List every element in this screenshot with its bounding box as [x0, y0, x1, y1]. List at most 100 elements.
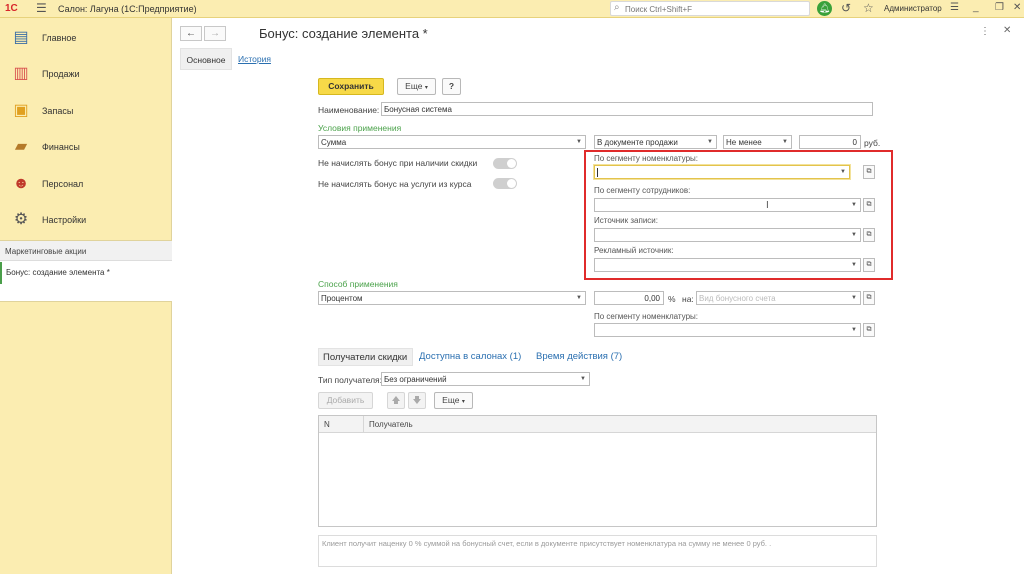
sidebar-item-label: Персонал	[42, 179, 84, 189]
seg-employees-field[interactable]: ▼	[594, 198, 861, 212]
tab-main[interactable]: Основное	[180, 48, 232, 70]
tab-salons[interactable]: Доступна в салонах (1)	[419, 351, 521, 362]
condition-basis-value: Сумма	[321, 138, 347, 147]
condition-where-select[interactable]: В документе продажи ▼	[594, 135, 717, 149]
recipients-table[interactable]: N Получатель	[318, 415, 877, 527]
close-window-icon[interactable]: ✕	[1013, 2, 1021, 13]
table-header: N Получатель	[319, 416, 876, 433]
percent-field[interactable]: 0,00	[594, 291, 664, 305]
user-name[interactable]: Администратор	[884, 4, 942, 13]
sidebar-item-sales[interactable]: ▥ Продажи	[0, 58, 172, 94]
chevron-down-icon[interactable]: ▼	[577, 373, 589, 385]
seg-nomenclature-field[interactable]: ▼	[594, 165, 850, 179]
sidebar-item-label: Продажи	[42, 69, 80, 79]
method-select[interactable]: Процентом ▼	[318, 291, 586, 305]
sidebar: ▤ Главное ▥ Продажи ▣ Запасы ▰ Финансы ☻…	[0, 18, 172, 574]
chevron-down-icon[interactable]: ▼	[573, 292, 585, 304]
open-icon[interactable]: ⧉	[863, 291, 875, 305]
close-form-icon[interactable]: ✕	[1003, 25, 1011, 36]
record-source-label: Источник записи:	[594, 216, 658, 225]
grid-more-button[interactable]: Еще ▾	[434, 392, 473, 409]
condition-basis-select[interactable]: Сумма ▼	[318, 135, 586, 149]
move-down-icon[interactable]: 🡇	[408, 392, 426, 409]
toggle-knob	[507, 159, 516, 168]
global-search[interactable]: ⌕	[610, 1, 810, 16]
chevron-down-icon[interactable]: ▼	[848, 199, 860, 211]
method-seg-nomenclature-field[interactable]: ▼	[594, 323, 861, 337]
add-button[interactable]: Добавить	[318, 392, 373, 409]
condition-compare-value: Не менее	[726, 138, 762, 147]
no-bonus-course-label: Не начислять бонус на услуги из курса	[318, 179, 472, 189]
chevron-down-icon[interactable]: ▼	[848, 292, 860, 304]
name-field[interactable]: Бонусная система	[381, 102, 873, 116]
summary-text: Клиент получит наценку 0 % суммой на бон…	[318, 535, 877, 567]
open-icon[interactable]: ⧉	[863, 228, 875, 242]
open-icon[interactable]: ⧉	[863, 323, 875, 337]
chevron-down-icon[interactable]: ▼	[848, 324, 860, 336]
favorites-star-icon[interactable]: ☆	[863, 1, 874, 15]
condition-amount-field[interactable]: 0	[799, 135, 861, 149]
tab-time[interactable]: Время действия (7)	[536, 351, 622, 362]
sidebar-item-inventory[interactable]: ▣ Запасы	[0, 95, 172, 131]
text-cursor-icon: I	[766, 200, 769, 211]
app-logo: 1С	[5, 3, 18, 14]
account-type-field[interactable]: Вид бонусного счета ▼	[696, 291, 861, 305]
method-header: Способ применения	[318, 279, 398, 289]
search-input[interactable]	[625, 3, 805, 15]
chevron-down-icon: ▾	[424, 85, 428, 91]
open-window-item[interactable]: Бонус: создание элемента *	[0, 262, 172, 284]
recipient-type-select[interactable]: Без ограничений ▼	[381, 372, 590, 386]
chevron-down-icon[interactable]: ▼	[779, 136, 791, 148]
seg-employees-label: По сегменту сотрудников:	[594, 186, 691, 195]
condition-compare-select[interactable]: Не менее ▼	[723, 135, 792, 149]
chevron-down-icon[interactable]: ▼	[848, 259, 860, 271]
back-button[interactable]: ←	[180, 26, 202, 41]
sidebar-item-staff[interactable]: ☻ Персонал	[0, 168, 172, 204]
search-icon: ⌕	[614, 2, 620, 13]
record-source-field[interactable]: ▼	[594, 228, 861, 242]
chevron-down-icon[interactable]: ▼	[848, 229, 860, 241]
main-menu-icon[interactable]: ☰	[36, 2, 47, 14]
chevron-down-icon[interactable]: ▼	[573, 136, 585, 148]
toggle-knob	[507, 179, 516, 188]
save-button[interactable]: Сохранить	[318, 78, 384, 95]
column-separator	[363, 416, 364, 433]
open-windows-header[interactable]: Маркетинговые акции	[0, 241, 172, 261]
open-icon[interactable]: ⧉	[863, 165, 875, 179]
sidebar-item-main[interactable]: ▤ Главное	[0, 22, 172, 58]
ad-source-field[interactable]: ▼	[594, 258, 861, 272]
on-label: на:	[682, 294, 694, 304]
method-seg-nomenclature-label: По сегменту номенклатуры:	[594, 312, 698, 321]
account-type-placeholder: Вид бонусного счета	[699, 294, 776, 303]
sidebar-item-label: Настройки	[42, 215, 87, 225]
tab-history[interactable]: История	[238, 54, 271, 64]
form-area: ← → Бонус: создание элемента * ⋮ ✕ Основ…	[172, 18, 1024, 574]
clipboard-icon: ▤	[13, 29, 29, 46]
no-bonus-course-toggle[interactable]	[493, 178, 517, 189]
text-caret	[597, 168, 598, 178]
sidebar-item-settings[interactable]: ⚙ Настройки	[0, 204, 172, 240]
chevron-down-icon[interactable]: ▼	[837, 166, 849, 178]
notifications-icon[interactable]: 🔔︎	[817, 1, 832, 16]
help-button[interactable]: ?	[442, 78, 461, 95]
column-header-n[interactable]: N	[324, 420, 330, 429]
tab-recipients[interactable]: Получатели скидки	[318, 348, 413, 366]
minimize-icon[interactable]: _	[973, 2, 979, 13]
restore-icon[interactable]: ❐	[995, 2, 1004, 13]
recipient-type-label: Тип получателя:	[318, 375, 383, 385]
history-icon[interactable]: ↺	[841, 1, 851, 15]
sidebar-item-label: Главное	[42, 33, 77, 43]
name-label: Наименование:	[318, 105, 380, 115]
move-up-icon[interactable]: 🡅	[387, 392, 405, 409]
more-button[interactable]: Еще ▾	[397, 78, 436, 95]
forward-button[interactable]: →	[204, 26, 226, 41]
sidebar-item-finance[interactable]: ▰ Финансы	[0, 131, 172, 167]
open-icon[interactable]: ⧉	[863, 198, 875, 212]
sidebar-item-label: Запасы	[42, 106, 74, 116]
chevron-down-icon[interactable]: ▼	[704, 136, 716, 148]
settings-menu-icon[interactable]: ☰	[950, 2, 959, 13]
no-bonus-discount-toggle[interactable]	[493, 158, 517, 169]
open-icon[interactable]: ⧉	[863, 258, 875, 272]
more-options-icon[interactable]: ⋮	[980, 26, 990, 37]
column-header-recipient[interactable]: Получатель	[369, 420, 413, 429]
